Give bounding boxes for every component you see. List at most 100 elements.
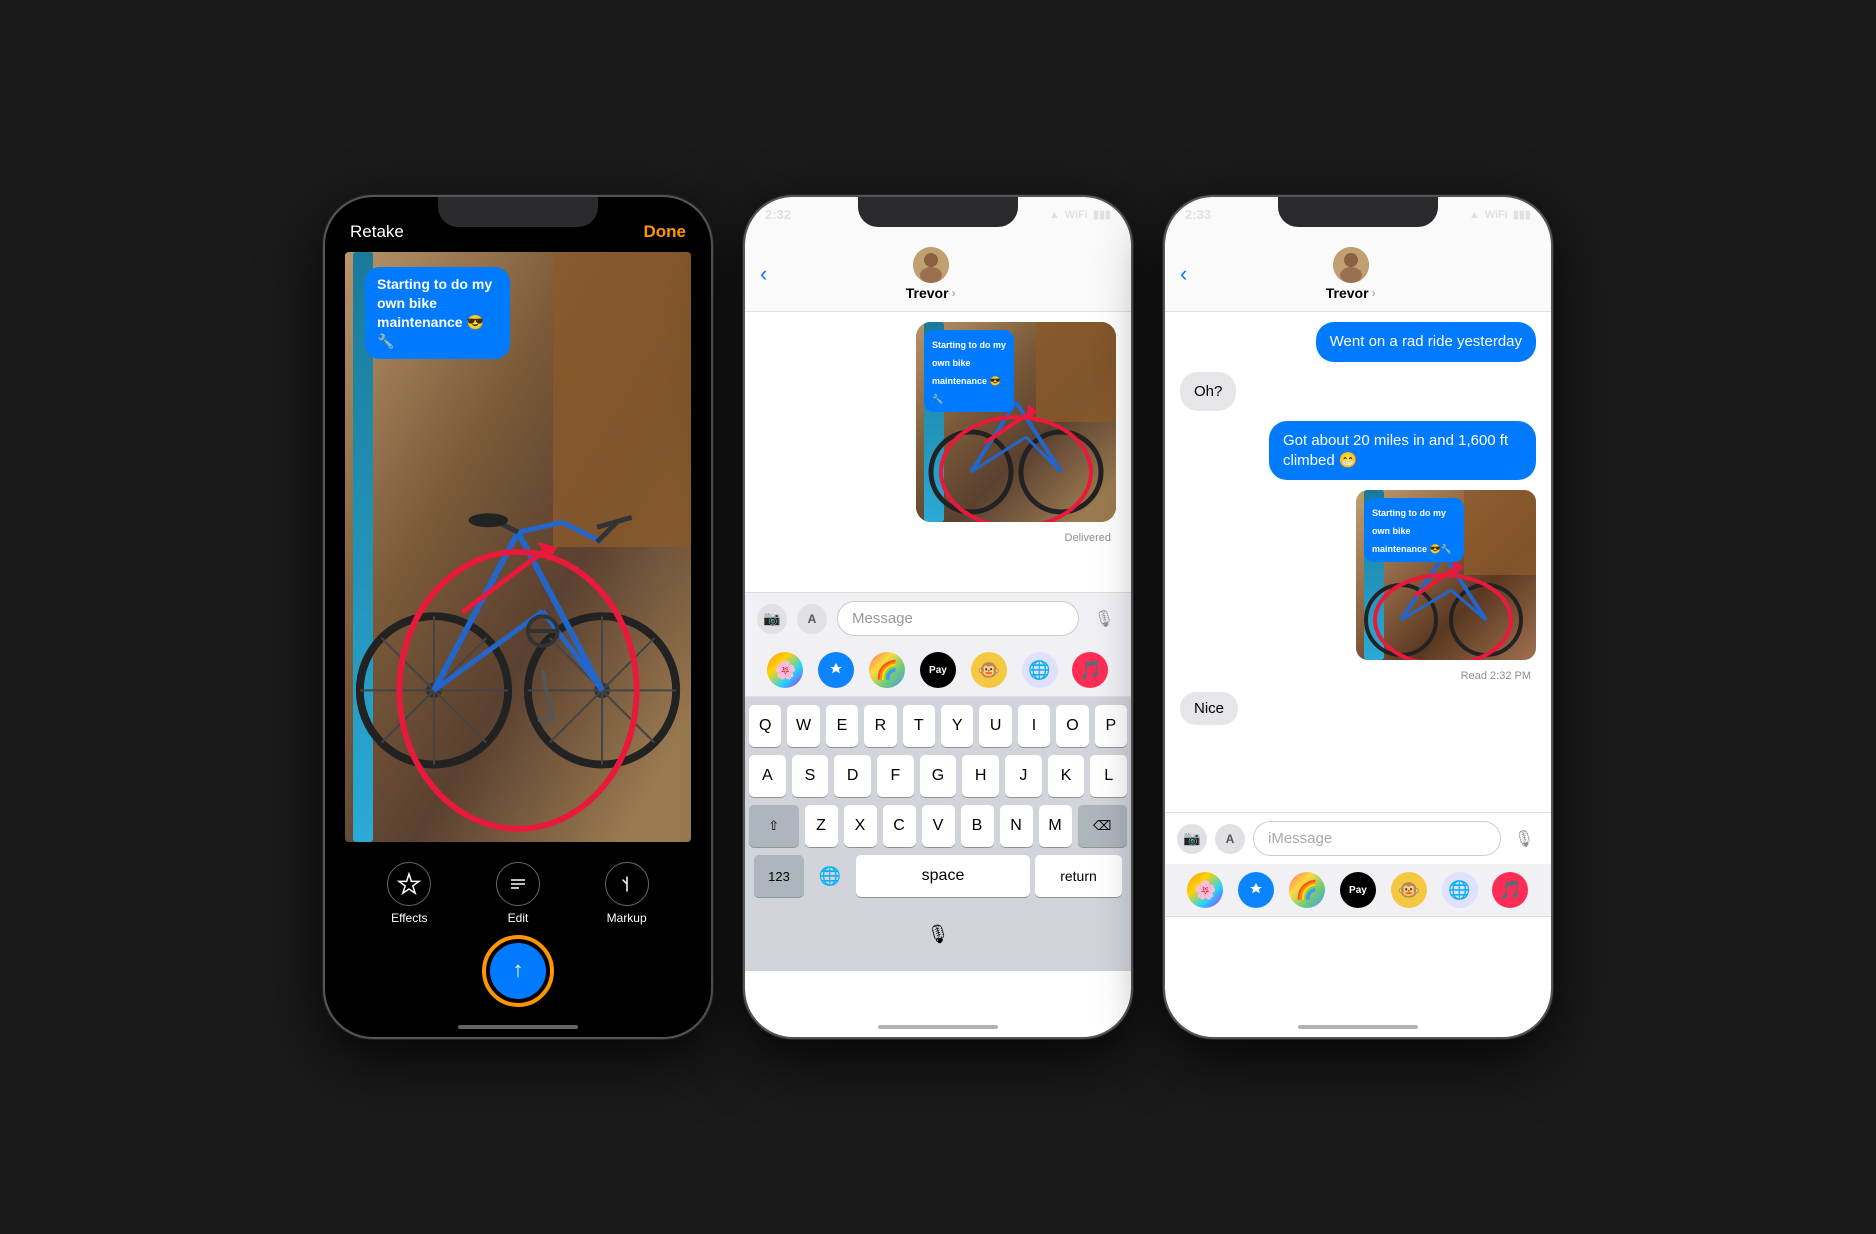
photo-overlay-text-3: Starting to do my own bike maintenance 😎… [1372,508,1452,554]
key-u[interactable]: U [979,705,1011,747]
photo-message-3[interactable]: Starting to do my own bike maintenance 😎… [1356,490,1536,660]
send-button-outer[interactable]: ↑ [482,935,554,1007]
msg-sent-2[interactable]: Got about 20 miles in and 1,600 ft climb… [1269,421,1536,480]
key-n[interactable]: N [1000,805,1033,847]
appstore-svg-3 [1246,880,1266,900]
key-f[interactable]: F [877,755,914,797]
contact-name-row-2[interactable]: Trevor › [906,285,956,301]
app-icons-row-2: 🌸 🌈 Pay 🐵 🌐 🎵 [745,644,1131,697]
mic-button-2[interactable]: 🎙 [1089,604,1119,634]
photos-app-icon-3[interactable]: 🌸 [1187,872,1223,908]
key-d[interactable]: D [834,755,871,797]
msg-row-recv-1: Oh? [1180,370,1536,414]
delivered-status-2: Delivered [760,530,1116,546]
key-c[interactable]: C [883,805,916,847]
key-j[interactable]: J [1005,755,1042,797]
photo-bubble-text: Starting to do my own bike maintenance 😎… [377,276,492,349]
msg-sent-2-text: Got about 20 miles in and 1,600 ft climb… [1283,432,1508,469]
home-indicator-3 [1298,1025,1418,1029]
music-icon-2[interactable]: 🎵 [1072,652,1108,688]
globe-icon-3[interactable]: 🌐 [1442,872,1478,908]
key-m[interactable]: M [1039,805,1072,847]
key-i[interactable]: I [1018,705,1050,747]
done-button[interactable]: Done [644,222,687,242]
key-return[interactable]: return [1035,855,1122,897]
phone3-screen: 2:33 ▲ WiFi ▮▮▮ ‹ Trevor [1165,197,1551,1037]
key-shift[interactable]: ⇧ [749,805,799,847]
key-p[interactable]: P [1095,705,1127,747]
message-input-2[interactable]: Message [837,601,1079,636]
monkey-icon-3[interactable]: 🐵 [1391,872,1427,908]
key-backspace[interactable]: ⌫ [1078,805,1128,847]
key-l[interactable]: L [1090,755,1127,797]
msg-sent-1-text: Went on a rad ride yesterday [1330,333,1522,350]
msg-sent-1[interactable]: Went on a rad ride yesterday [1316,322,1536,362]
key-b[interactable]: B [961,805,994,847]
contact-info-2: Trevor › [775,247,1086,301]
contact-name-2: Trevor [906,285,949,301]
apps-button-3[interactable]: A [1215,824,1245,854]
photos-app-icon-2[interactable]: 🌸 [767,652,803,688]
photo-bike-bg-2: Starting to do my own bike maintenance 😎… [916,322,1116,522]
photo-overlay-text-2: Starting to do my own bike maintenance 😎… [932,340,1006,404]
kb-mic-area: 🎙 [749,905,1127,963]
markup-button[interactable]: Markup [605,862,649,925]
msg-recv-1[interactable]: Oh? [1180,372,1236,412]
phone1-screen: Retake Done [325,197,711,1037]
key-123[interactable]: 123 [754,855,804,897]
applepay-icon-3[interactable]: Pay [1340,872,1376,908]
toolbar-icons-row: Effects Edit [325,862,711,925]
music-icon-3[interactable]: 🎵 [1492,872,1528,908]
key-globe[interactable]: 🌐 [809,855,851,897]
monkey-icon-2[interactable]: 🐵 [971,652,1007,688]
key-k[interactable]: K [1048,755,1085,797]
back-button-3[interactable]: ‹ [1180,261,1187,287]
key-q[interactable]: Q [749,705,781,747]
back-button-2[interactable]: ‹ [760,261,767,287]
apps-button-2[interactable]: A [797,604,827,634]
phone1-toolbar: Effects Edit [325,862,711,1007]
globe-icon-2[interactable]: 🌐 [1022,652,1058,688]
key-z[interactable]: Z [805,805,838,847]
msg-recv-2-text: Nice [1194,700,1224,717]
markup-label: Markup [607,911,647,925]
msg-row-photo-3: Starting to do my own bike maintenance 😎… [1180,488,1536,662]
key-a[interactable]: A [749,755,786,797]
key-t[interactable]: T [903,705,935,747]
home-indicator [458,1025,578,1029]
key-w[interactable]: W [787,705,819,747]
key-v[interactable]: V [922,805,955,847]
msg-row-recv-2: Nice [1180,690,1536,727]
key-x[interactable]: X [844,805,877,847]
key-r[interactable]: R [864,705,896,747]
mic-button-3[interactable]: 🎙 [1509,824,1539,854]
keyboard-2: Q W E R T Y U I O P A S D F G H J K L [745,697,1131,971]
contact-avatar-3[interactable] [1333,247,1369,283]
key-g[interactable]: G [920,755,957,797]
appstore-icon-3[interactable] [1238,872,1274,908]
photo-message-2[interactable]: Starting to do my own bike maintenance 😎… [916,322,1116,522]
msg-recv-2[interactable]: Nice [1180,692,1238,725]
appstore-icon-2[interactable] [818,652,854,688]
key-mic[interactable]: 🎙 [917,913,959,955]
contact-info-3: Trevor › [1195,247,1506,301]
retake-button[interactable]: Retake [350,222,404,242]
key-o[interactable]: O [1056,705,1088,747]
contact-name-row-3[interactable]: Trevor › [1326,285,1376,301]
contact-avatar-2[interactable] [913,247,949,283]
camera-button-3[interactable]: 📷 [1177,824,1207,854]
key-h[interactable]: H [962,755,999,797]
edit-icon-circle [496,862,540,906]
effects-button[interactable]: Effects [387,862,431,925]
memoji-icon-2[interactable]: 🌈 [869,652,905,688]
camera-button-2[interactable]: 📷 [757,604,787,634]
key-e[interactable]: E [826,705,858,747]
key-space[interactable]: space [856,855,1030,897]
key-y[interactable]: Y [941,705,973,747]
key-s[interactable]: S [792,755,829,797]
applepay-icon-2[interactable]: Pay [920,652,956,688]
memoji-icon-3[interactable]: 🌈 [1289,872,1325,908]
msg-row-sent-2: Got about 20 miles in and 1,600 ft climb… [1180,419,1536,482]
edit-button[interactable]: Edit [496,862,540,925]
imessage-input-3[interactable]: iMessage [1253,821,1501,856]
